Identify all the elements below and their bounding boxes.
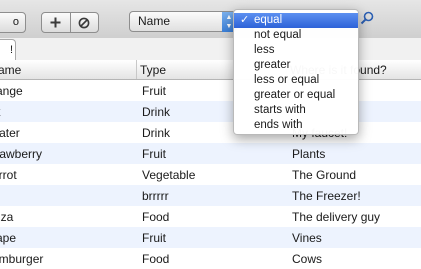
tab-active[interactable]: ! <box>0 39 16 61</box>
menu-item-greater-or-equal[interactable]: greater or equal <box>234 88 358 103</box>
column-header-name[interactable]: ame <box>0 63 21 77</box>
menu-item-label: ends with <box>254 119 303 131</box>
menu-item-label: less or equal <box>254 74 320 86</box>
cell-name: rape <box>0 231 17 245</box>
menu-item-label: equal <box>254 14 283 26</box>
menu-item-not-equal[interactable]: not equal <box>234 28 358 43</box>
circle-slash-icon <box>78 17 90 28</box>
cell-name: arrot <box>0 168 17 182</box>
add-remove-control <box>41 12 99 33</box>
menu-item-label: greater <box>254 59 291 71</box>
tab-label: ! <box>9 44 13 56</box>
operator-popup-menu: ✓ equal not equal less greater less or e… <box>233 9 359 135</box>
cell-type: Drink <box>142 105 171 119</box>
field-select[interactable]: Name ▲ ▼ <box>129 11 237 32</box>
column-divider[interactable] <box>136 60 137 79</box>
menu-item-less[interactable]: less <box>234 43 358 58</box>
cell-name: izza <box>0 210 14 224</box>
menu-item-label: starts with <box>254 104 306 116</box>
cell-name: range <box>0 84 23 98</box>
field-select-value: Name <box>138 14 171 28</box>
cell-type: Fruit <box>142 147 166 161</box>
cell-name: lk <box>0 105 1 119</box>
menu-item-label: not equal <box>254 29 302 41</box>
cell-location: Cows <box>292 252 323 266</box>
cell-type: brrrrr <box>142 189 169 203</box>
menu-item-ends-with[interactable]: ends with <box>234 118 358 133</box>
cell-type: Fruit <box>142 231 166 245</box>
table-row[interactable]: trawberry Fruit Plants <box>0 143 421 164</box>
toolbar-button[interactable]: o <box>0 12 26 33</box>
column-header-type[interactable]: Type <box>140 63 166 77</box>
cell-type: Vegetable <box>142 168 196 182</box>
menu-item-less-or-equal[interactable]: less or equal <box>234 73 358 88</box>
table-row[interactable]: e brrrrr The Freezer! <box>0 185 421 206</box>
add-button[interactable] <box>42 13 70 32</box>
cell-name: Vater <box>0 126 20 140</box>
cell-name: amburger <box>0 252 44 266</box>
toolbar-button-label: o <box>12 16 19 28</box>
cell-type: Drink <box>142 126 171 140</box>
plus-icon <box>50 17 61 28</box>
table-row[interactable]: arrot Vegetable The Ground <box>0 164 421 185</box>
checkmark-icon: ✓ <box>240 14 250 26</box>
cell-location: The Freezer! <box>292 189 361 203</box>
menu-item-label: less <box>254 44 275 56</box>
table-row[interactable]: izza Food The delivery guy <box>0 206 421 227</box>
cell-location: The Ground <box>292 168 357 182</box>
remove-button[interactable] <box>69 13 99 32</box>
menu-item-greater[interactable]: greater <box>234 58 358 73</box>
cell-type: Food <box>142 210 170 224</box>
magnifier-icon[interactable] <box>360 11 374 25</box>
cell-location: Plants <box>292 147 326 161</box>
cell-location: Vines <box>292 231 322 245</box>
cell-location: The delivery guy <box>292 210 381 224</box>
menu-item-label: greater or equal <box>254 89 336 101</box>
menu-item-starts-with[interactable]: starts with <box>234 103 358 118</box>
cell-type: Fruit <box>142 84 166 98</box>
cell-name: trawberry <box>0 147 43 161</box>
menu-item-equal[interactable]: ✓ equal <box>234 13 358 28</box>
table-row[interactable]: rape Fruit Vines <box>0 227 421 248</box>
cell-type: Food <box>142 252 170 266</box>
